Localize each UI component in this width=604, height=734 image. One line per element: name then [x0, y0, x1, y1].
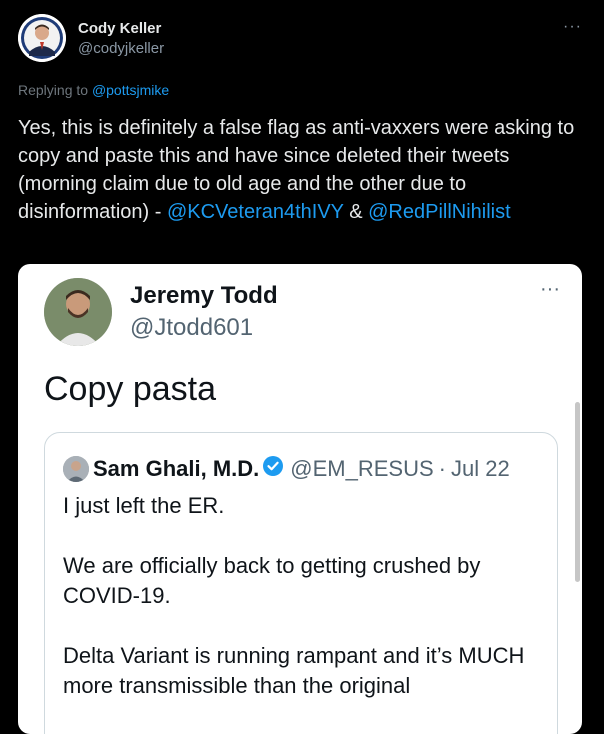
quoted-paragraph: Delta Variant is running rampant and it’…	[63, 643, 525, 698]
more-options-icon[interactable]: ···	[563, 18, 582, 36]
embedded-more-icon: ···	[540, 278, 560, 300]
replying-prefix: Replying to	[18, 82, 92, 98]
quoted-author-name: Sam Ghali, M.D.	[93, 455, 260, 481]
quoted-tweet-body: I just left the ER. We are officially ba…	[63, 491, 549, 731]
quoted-tweet-header: Sam Ghali, M.D. @EM_RESUS · Jul 22	[63, 455, 510, 485]
embedded-author-name: Jeremy Todd	[130, 282, 278, 309]
author-handle[interactable]: @codyjkeller	[78, 40, 164, 57]
embedded-screenshot[interactable]: Jeremy Todd @Jtodd601 ··· Copy pasta Sam…	[18, 264, 582, 734]
embedded-author-avatar	[44, 278, 112, 346]
replying-to-link[interactable]: @pottsjmike	[92, 82, 169, 98]
replying-to: Replying to @pottsjmike	[18, 82, 169, 98]
embedded-tweet-text: Copy pasta	[44, 370, 216, 408]
embedded-author-handle: @Jtodd601	[130, 314, 254, 341]
tweet-header: Cody Keller @codyjkeller ···	[18, 14, 588, 66]
author-name[interactable]: Cody Keller	[78, 20, 161, 37]
quoted-separator: ·	[438, 455, 446, 481]
quoted-author-handle: @EM_RESUS	[290, 455, 434, 481]
quoted-date: Jul 22	[450, 455, 510, 481]
scrollbar-thumb[interactable]	[575, 402, 580, 582]
verified-badge-icon	[262, 455, 284, 482]
tweet-text: Yes, this is definitely a false flag as …	[18, 114, 578, 226]
quoted-paragraph: We are officially back to getting crushe…	[63, 553, 481, 608]
quoted-paragraph: I just left the ER.	[63, 493, 225, 518]
author-avatar[interactable]	[18, 14, 66, 62]
mention-link-1[interactable]: @KCVeteran4thIVY	[167, 201, 344, 223]
quoted-tweet: Sam Ghali, M.D. @EM_RESUS · Jul 22 I just l…	[44, 432, 558, 734]
quoted-author-avatar	[63, 455, 89, 482]
tweet-ampersand: &	[343, 201, 369, 223]
mention-link-2[interactable]: @RedPillNihilist	[368, 201, 511, 223]
